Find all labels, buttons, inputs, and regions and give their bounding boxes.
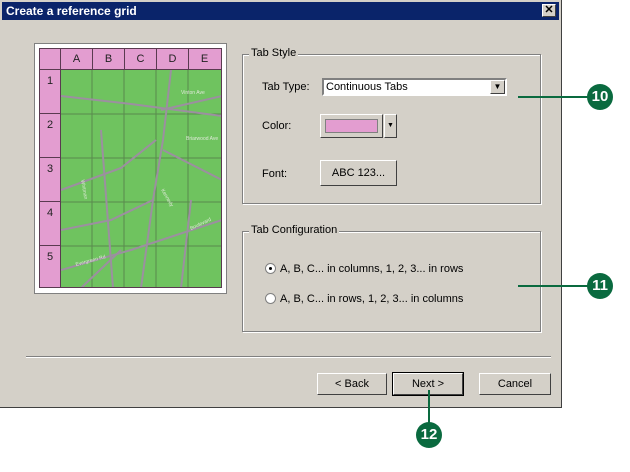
tab-type-value: Continuous Tabs [326,81,408,93]
separator [26,356,551,358]
option-rows-columns-label[interactable]: A, B, C... in rows, 1, 2, 3... in column… [280,293,463,305]
column-header: D [156,49,188,69]
color-label: Color: [262,120,292,132]
row-header: 3 [40,157,60,201]
title-bar: Create a reference grid ✕ [2,2,559,20]
tab-type-label: Tab Type: [262,81,310,93]
callout-10: 10 [587,84,613,110]
grid-corner [40,49,60,69]
font-button[interactable]: ABC 123... [320,160,397,186]
svg-text:Whitman: Whitman [79,179,88,200]
color-swatch [325,119,378,133]
font-label: Font: [262,168,288,180]
tab-style-group-label: Tab Style [249,47,299,59]
svg-text:Evergreen Rd: Evergreen Rd [75,254,107,268]
grid-preview: A B C D E 1 2 3 4 5 Vinton Ave Briarwood… [34,43,227,294]
cancel-button[interactable]: Cancel [479,373,551,395]
row-header: 2 [40,113,60,157]
back-button[interactable]: < Back [317,373,387,395]
row-header: 1 [40,69,60,113]
svg-text:Briarwood Ave: Briarwood Ave [186,136,218,142]
chevron-down-icon[interactable]: ▼ [384,114,397,138]
street-map: Vinton Ave Briarwood Ave Whitman Kennedy… [60,69,221,287]
callout-line [518,96,588,98]
dialog-title: Create a reference grid [6,4,137,18]
svg-text:Vinton Ave: Vinton Ave [181,90,205,96]
callout-12: 12 [416,422,442,448]
column-header: A [60,49,92,69]
close-icon[interactable]: ✕ [542,4,556,17]
radio-columns-rows[interactable] [265,263,276,274]
callout-line [428,390,430,424]
color-button[interactable] [320,114,383,138]
column-header: E [188,49,220,69]
option-columns-rows-label[interactable]: A, B, C... in columns, 1, 2, 3... in row… [280,263,463,275]
reference-grid: A B C D E 1 2 3 4 5 Vinton Ave Briarwood… [39,48,222,288]
row-header: 5 [40,245,60,289]
tab-configuration-group-label: Tab Configuration [249,224,340,236]
radio-rows-columns[interactable] [265,293,276,304]
tab-type-select[interactable]: Continuous Tabs ▼ [322,78,507,96]
callout-11: 11 [587,273,613,299]
row-header: 4 [40,201,60,245]
tab-configuration-group: Tab Configuration [242,224,541,332]
svg-text:Kennedy: Kennedy [159,188,174,209]
street-map-graphic: Vinton Ave Briarwood Ave Whitman Kennedy… [61,70,221,287]
column-header: C [124,49,156,69]
radio-selected-dot [269,267,272,270]
dialog-window: Create a reference grid ✕ A B C D E 1 2 … [0,0,562,408]
callout-line [518,285,588,287]
chevron-down-icon[interactable]: ▼ [490,80,505,94]
column-header: B [92,49,124,69]
